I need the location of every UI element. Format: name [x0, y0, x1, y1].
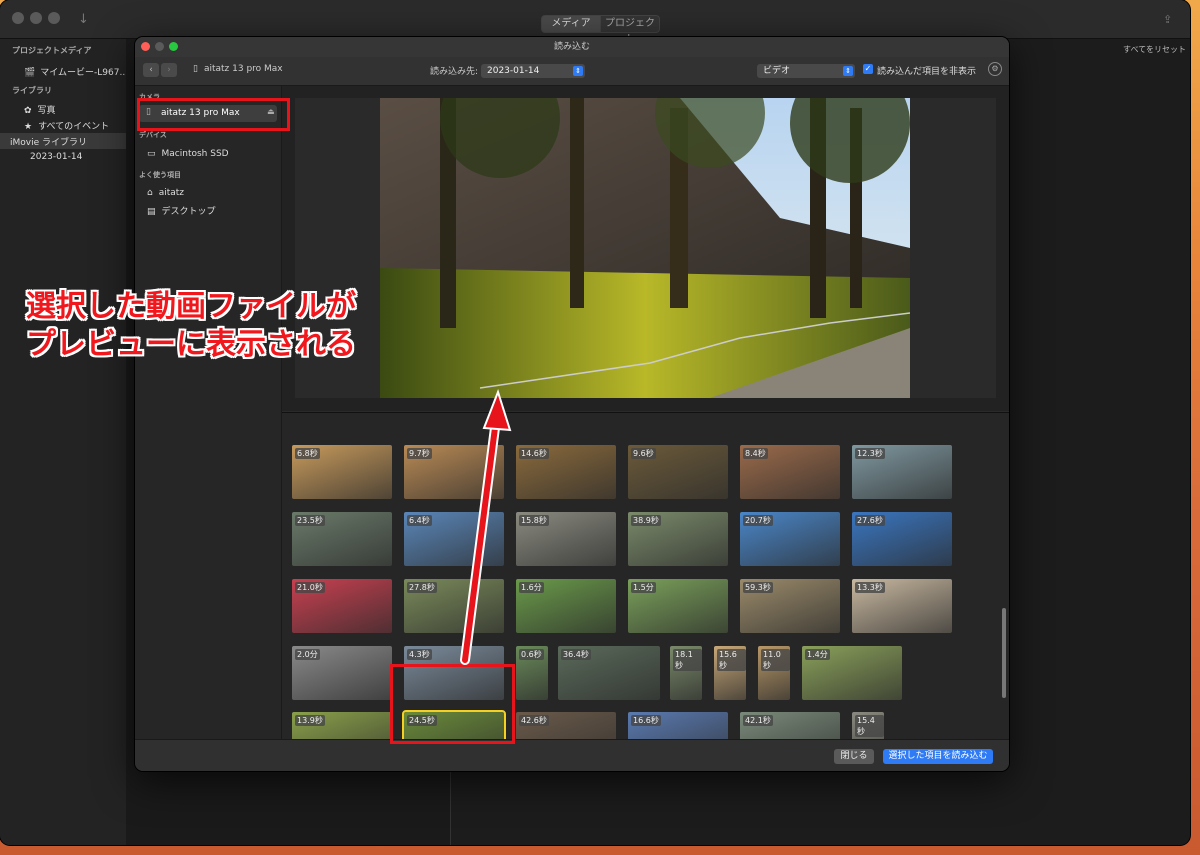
- annotation-text: 選択した動画ファイルが プレビューに表示される: [26, 288, 356, 364]
- annotation-arrow: [460, 388, 512, 665]
- annotation-line-2: プレビューに表示される: [26, 327, 356, 362]
- annotation-line-1: 選択した動画ファイルが: [26, 289, 356, 324]
